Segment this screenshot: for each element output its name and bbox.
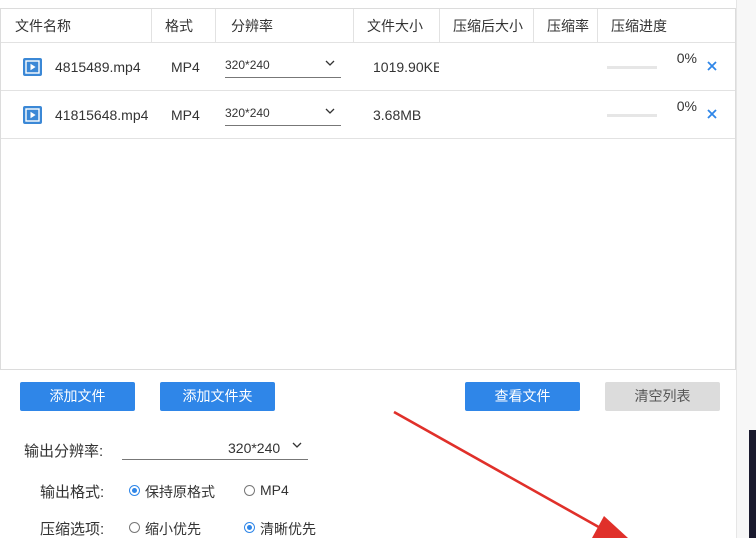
annotation-arrow-icon: [393, 410, 628, 538]
adjacent-window-edge: [736, 0, 756, 538]
adjacent-window-dark-area: [749, 430, 756, 538]
